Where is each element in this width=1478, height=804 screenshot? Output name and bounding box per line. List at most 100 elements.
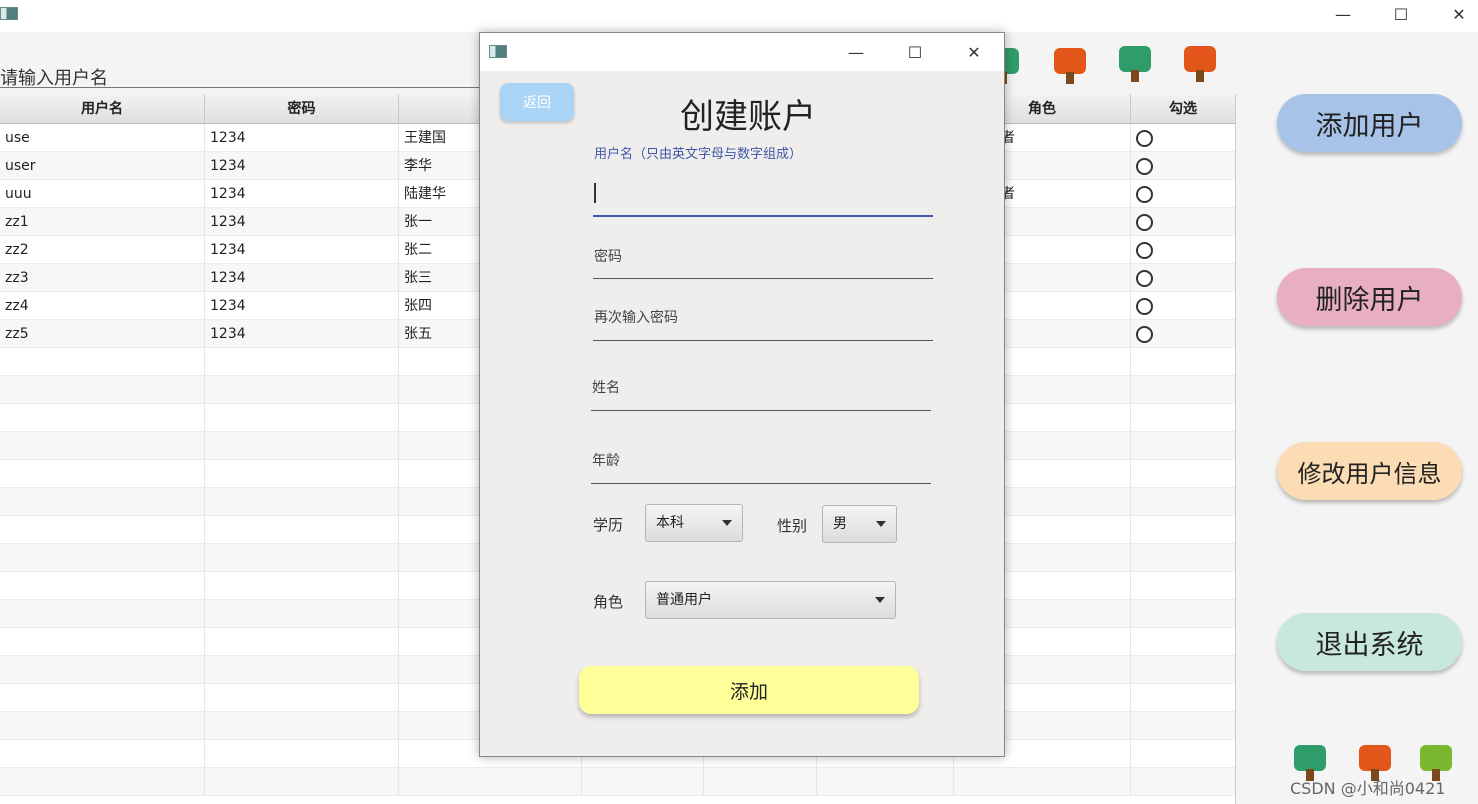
gender-select[interactable]: 男: [822, 505, 897, 543]
row-select-radio[interactable]: [1136, 270, 1153, 287]
table-cell: [0, 628, 205, 656]
dialog-titlebar: — ☐ ✕: [480, 33, 1004, 71]
search-input[interactable]: 请输入用户名: [0, 44, 520, 89]
table-cell: [1131, 572, 1235, 600]
table-cell: [205, 432, 399, 460]
table-cell: [205, 684, 399, 712]
dialog-maximize-icon[interactable]: ☐: [892, 38, 938, 66]
table-cell: 1234: [205, 152, 399, 180]
table-row: [0, 768, 1235, 796]
create-account-dialog: — ☐ ✕ 返回 创建账户 用户名（只由英文字母与数字组成） 密码 再次输入密码…: [479, 32, 1005, 757]
dialog-minimize-icon[interactable]: —: [833, 38, 879, 66]
row-select-radio[interactable]: [1136, 326, 1153, 343]
minimize-icon[interactable]: —: [1320, 0, 1366, 28]
dialog-app-icon: [489, 45, 507, 58]
table-cell: [205, 348, 399, 376]
education-value: 本科: [656, 515, 684, 531]
table-cell: [0, 656, 205, 684]
password-field[interactable]: [593, 243, 933, 279]
table-cell: [205, 712, 399, 740]
row-select-radio[interactable]: [1136, 158, 1153, 175]
education-label: 学历: [593, 516, 624, 534]
column-password[interactable]: 密码: [205, 94, 399, 124]
username-field[interactable]: [593, 161, 933, 217]
table-cell: [1131, 180, 1235, 208]
add-button[interactable]: 添加: [579, 666, 919, 714]
table-cell: [0, 712, 205, 740]
row-select-radio[interactable]: [1136, 298, 1153, 315]
age-field[interactable]: [591, 445, 931, 484]
table-cell: [1131, 460, 1235, 488]
tree-icon: [1117, 46, 1153, 84]
table-cell: zz5: [0, 320, 205, 348]
dialog-title: 创建账户: [680, 97, 816, 137]
table-cell: [1131, 292, 1235, 320]
tree-icon: [1182, 46, 1218, 84]
table-cell: [1131, 488, 1235, 516]
table-cell: [205, 488, 399, 516]
table-cell: [1131, 516, 1235, 544]
password-confirm-field[interactable]: [593, 303, 933, 341]
row-select-radio[interactable]: [1136, 130, 1153, 147]
table-cell: [205, 544, 399, 572]
table-cell: zz3: [0, 264, 205, 292]
add-user-button[interactable]: 添加用户: [1277, 94, 1462, 152]
row-select-radio[interactable]: [1136, 186, 1153, 203]
column-username[interactable]: 用户名: [0, 94, 205, 124]
name-field[interactable]: [591, 373, 931, 411]
exit-button[interactable]: 退出系统: [1277, 613, 1462, 671]
role-label: 角色: [593, 593, 624, 611]
table-cell: [205, 600, 399, 628]
tree-icon: [1052, 48, 1088, 86]
table-cell: user: [0, 152, 205, 180]
table-cell: 1234: [205, 264, 399, 292]
table-cell: uuu: [0, 180, 205, 208]
table-cell: 1234: [205, 208, 399, 236]
dialog-close-icon[interactable]: ✕: [951, 38, 997, 66]
table-cell: use: [0, 124, 205, 152]
table-cell: [0, 544, 205, 572]
table-cell: [0, 600, 205, 628]
table-cell: [0, 516, 205, 544]
gender-label: 性别: [777, 517, 808, 535]
table-cell: [1131, 208, 1235, 236]
main-titlebar: — ☐ ✕: [0, 0, 1478, 32]
table-cell: 1234: [205, 180, 399, 208]
table-cell: [0, 768, 205, 796]
table-cell: [1131, 740, 1235, 768]
row-select-radio[interactable]: [1136, 242, 1153, 259]
table-cell: [1131, 544, 1235, 572]
table-cell: [0, 572, 205, 600]
table-cell: zz1: [0, 208, 205, 236]
app-icon: [0, 7, 18, 20]
chevron-down-icon: [875, 597, 885, 603]
chevron-down-icon: [722, 520, 732, 526]
table-cell: [0, 376, 205, 404]
delete-user-button[interactable]: 删除用户: [1277, 268, 1462, 326]
education-select[interactable]: 本科: [645, 504, 743, 542]
table-cell: [205, 656, 399, 684]
table-cell: [1131, 432, 1235, 460]
table-cell: zz2: [0, 236, 205, 264]
column-select[interactable]: 勾选: [1131, 94, 1235, 124]
table-cell: [1131, 264, 1235, 292]
table-cell: [1131, 376, 1235, 404]
table-cell: 1234: [205, 124, 399, 152]
table-cell: [1131, 768, 1235, 796]
close-icon[interactable]: ✕: [1436, 0, 1478, 28]
gender-value: 男: [833, 516, 847, 532]
table-cell: [0, 404, 205, 432]
row-select-radio[interactable]: [1136, 214, 1153, 231]
table-cell: [1131, 404, 1235, 432]
table-cell: [1131, 348, 1235, 376]
chevron-down-icon: [876, 521, 886, 527]
maximize-icon[interactable]: ☐: [1378, 0, 1424, 28]
edit-user-button[interactable]: 修改用户信息: [1277, 442, 1462, 500]
table-cell: [205, 628, 399, 656]
table-cell: [1131, 320, 1235, 348]
username-label: 用户名（只由英文字母与数字组成）: [594, 147, 803, 162]
role-select[interactable]: 普通用户: [645, 581, 896, 619]
table-cell: [954, 768, 1131, 796]
table-cell: [1131, 684, 1235, 712]
table-cell: [205, 768, 399, 796]
